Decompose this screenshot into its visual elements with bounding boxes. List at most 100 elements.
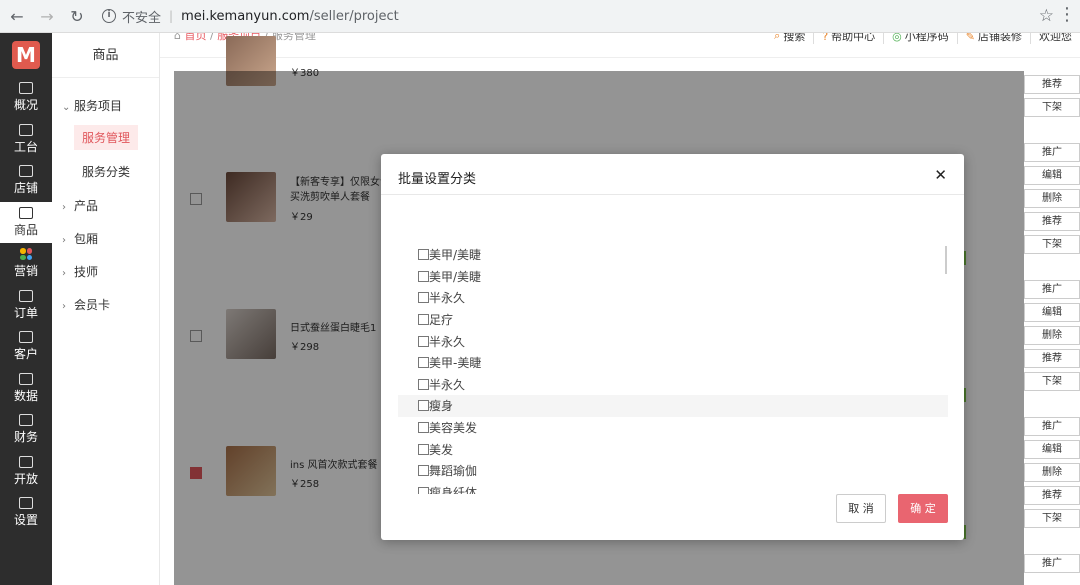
nav-item[interactable]: 商品 [0, 201, 52, 243]
edit-button[interactable]: 编辑 [1024, 166, 1080, 185]
chevron-right-icon: › [62, 235, 66, 246]
info-icon[interactable]: i [102, 9, 116, 23]
option-checkbox[interactable] [418, 422, 429, 434]
promote-button[interactable]: 推广 [1024, 417, 1080, 436]
sub-group-service[interactable]: ⌄ 服务项目 [52, 97, 160, 114]
sub-group-label: 服务项目 [74, 99, 123, 113]
nav-item[interactable]: 概况 [0, 77, 52, 119]
edit-button[interactable]: 编辑 [1024, 303, 1080, 322]
category-option[interactable]: 半永久 [398, 287, 948, 309]
address-bar[interactable]: i 不安全 | mei.kemanyun.com/seller/project [102, 4, 399, 28]
sub-group-product[interactable]: › 产品 [52, 197, 160, 214]
nav-item[interactable]: 工台 [0, 119, 52, 161]
offline-button[interactable]: 下架 [1024, 98, 1080, 117]
category-option[interactable]: 瘦身 [398, 395, 948, 417]
bookmark-star-icon[interactable]: ☆ [1039, 6, 1054, 26]
row-actions: 推荐 下架 [1024, 75, 1080, 121]
chevron-down-icon: ⌄ [62, 102, 71, 113]
category-option[interactable]: 美甲-美睫 [398, 352, 948, 374]
promote-button[interactable]: 推广 [1024, 143, 1080, 162]
confirm-button[interactable]: 确 定 [898, 494, 948, 523]
category-option[interactable]: 瘦身纤体 [398, 482, 948, 494]
option-checkbox[interactable] [418, 270, 429, 282]
offline-button[interactable]: 下架 [1024, 509, 1080, 528]
reload-icon[interactable]: ↻ [64, 3, 90, 29]
close-icon[interactable]: ✕ [934, 166, 947, 184]
top-link-help[interactable]: ? 帮助中心 [813, 33, 883, 44]
option-checkbox[interactable] [418, 249, 429, 261]
option-checkbox[interactable] [418, 357, 429, 369]
sub-item-service-category[interactable]: 服务分类 [74, 159, 138, 184]
dialog-header: 批量设置分类 ✕ [381, 154, 964, 195]
recommend-button[interactable]: 推荐 [1024, 349, 1080, 368]
recommend-button[interactable]: 推荐 [1024, 486, 1080, 505]
category-option-list[interactable]: 美甲/美睫 美甲/美睫 半永久 足疗 半永久 美甲-美睫 半永久 瘦身 美容美发 美发 舞蹈瑜伽 瘦身… [398, 244, 948, 494]
recommend-button[interactable]: 推荐 [1024, 212, 1080, 231]
nav-item[interactable]: 设置 [0, 492, 52, 534]
option-checkbox[interactable] [418, 292, 429, 304]
code-icon [19, 455, 33, 468]
sub-group-label: 包厢 [74, 232, 99, 246]
breadcrumb-home[interactable]: 首页 [184, 33, 206, 42]
sub-item-service-manage[interactable]: 服务管理 [74, 125, 139, 150]
category-option[interactable]: 美甲/美睫 [398, 244, 948, 266]
top-link-search[interactable]: ⌕ 搜索 [766, 33, 813, 44]
offline-button[interactable]: 下架 [1024, 372, 1080, 391]
promote-button[interactable]: 推广 [1024, 554, 1080, 573]
more-menu-icon[interactable]: ⋮ [1058, 4, 1076, 25]
chart-icon [19, 82, 33, 95]
sub-group-label: 技师 [74, 265, 99, 279]
brush-icon: ✎ [965, 33, 975, 43]
option-checkbox[interactable] [418, 465, 429, 477]
delete-button[interactable]: 删除 [1024, 463, 1080, 482]
top-link-qrcode[interactable]: ◎ 小程序码 [883, 33, 957, 44]
delete-button[interactable]: 删除 [1024, 326, 1080, 345]
option-checkbox[interactable] [418, 335, 429, 347]
nav-item-label: 概况 [13, 98, 38, 113]
edit-button[interactable]: 编辑 [1024, 440, 1080, 459]
nav-item[interactable]: 营销 [0, 243, 52, 285]
category-option[interactable]: 美容美发 [398, 417, 948, 439]
sub-group-room[interactable]: › 包厢 [52, 230, 160, 247]
sub-group-member-card[interactable]: › 会员卡 [52, 296, 160, 313]
logo[interactable]: M [0, 33, 52, 77]
back-arrow-icon[interactable]: ← [4, 3, 30, 29]
option-label: 瘦身 [429, 399, 454, 414]
top-link-welcome[interactable]: 欢迎您 [1030, 33, 1080, 44]
option-checkbox[interactable] [418, 486, 429, 494]
nav-item[interactable]: 店铺 [0, 160, 52, 202]
top-link-label: 店铺装修 [978, 33, 1022, 43]
scrollbar[interactable] [945, 246, 947, 274]
top-link-decorate[interactable]: ✎ 店铺装修 [956, 33, 1030, 44]
category-option[interactable]: 美甲/美睫 [398, 266, 948, 288]
nav-item[interactable]: 开放 [0, 451, 52, 493]
top-links: ⌕ 搜索 ? 帮助中心 ◎ 小程序码 ✎ 店铺装修 欢迎您 [766, 33, 1080, 44]
offline-button[interactable]: 下架 [1024, 235, 1080, 254]
chevron-right-icon: › [62, 301, 66, 312]
promote-button[interactable]: 推广 [1024, 280, 1080, 299]
category-option[interactable]: 美发 [398, 438, 948, 460]
category-option[interactable]: 舞蹈瑜伽 [398, 460, 948, 482]
forward-arrow-icon[interactable]: → [34, 3, 60, 29]
category-option[interactable]: 半永久 [398, 330, 948, 352]
nav-item-label: 订单 [13, 305, 38, 320]
order-icon [19, 289, 33, 302]
category-option[interactable]: 半永久 [398, 374, 948, 396]
option-checkbox[interactable] [418, 400, 429, 412]
sub-group-label: 产品 [74, 199, 99, 213]
url-text[interactable]: mei.kemanyun.com/seller/project [181, 9, 399, 24]
sub-group-technician[interactable]: › 技师 [52, 263, 160, 280]
url-host: mei.kemanyun.com [181, 8, 310, 24]
nav-item[interactable]: 数据 [0, 368, 52, 410]
nav-item[interactable]: 客户 [0, 326, 52, 368]
delete-button[interactable]: 删除 [1024, 189, 1080, 208]
cancel-button[interactable]: 取 消 [836, 494, 886, 523]
nav-item[interactable]: 财务 [0, 409, 52, 451]
option-checkbox[interactable] [418, 378, 429, 390]
category-option[interactable]: 足疗 [398, 309, 948, 331]
nav-item[interactable]: 订单 [0, 285, 52, 327]
recommend-button[interactable]: 推荐 [1024, 75, 1080, 94]
option-checkbox[interactable] [418, 314, 429, 326]
row-actions: 推广 [1024, 554, 1080, 577]
option-checkbox[interactable] [418, 443, 429, 455]
